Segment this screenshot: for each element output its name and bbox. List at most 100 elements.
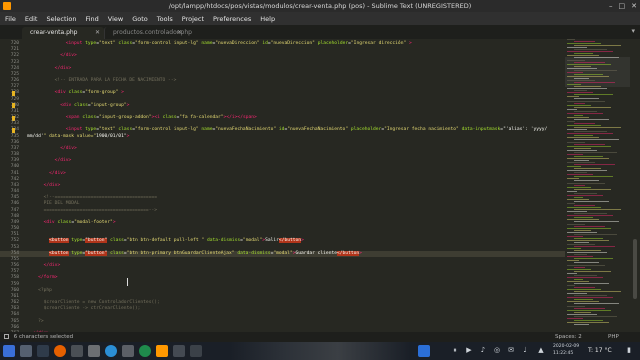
minimap-line — [574, 147, 591, 149]
app-icon[interactable] — [122, 345, 134, 357]
minimap-line — [574, 114, 583, 116]
minimap-line — [574, 77, 589, 79]
taskbar: ⏸ ▶ ♪ ◎ ✉ ♩ ▲ 2020-02-09 11:22:45 T: 17 … — [0, 342, 640, 360]
minimap-line — [574, 237, 603, 239]
minimap-line — [574, 110, 597, 112]
minimap-line — [567, 125, 601, 127]
tray-icon[interactable]: ▲ — [536, 345, 546, 355]
audio-icon[interactable]: ♪ — [478, 345, 488, 355]
minimap-line — [574, 270, 611, 272]
minimap-line — [567, 145, 611, 147]
minimap-line — [567, 276, 603, 278]
minimap[interactable] — [565, 39, 630, 332]
panel-toggle-icon[interactable] — [4, 334, 9, 339]
menu-help[interactable]: Help — [260, 15, 275, 23]
minimap-line — [574, 278, 583, 280]
close-window-icon[interactable]: ✕ — [631, 0, 637, 12]
pause-icon[interactable]: ⏸ — [450, 345, 460, 355]
minimap-line — [567, 174, 593, 176]
menu-tools[interactable]: Tools — [157, 15, 173, 23]
minimap-line — [574, 319, 603, 321]
minimap-line — [574, 57, 619, 59]
minimap-line — [567, 219, 599, 221]
sublime-taskbar-icon[interactable] — [156, 345, 168, 357]
window-icon[interactable] — [173, 345, 185, 357]
minimize-icon[interactable]: – — [609, 0, 613, 12]
minimap-line — [567, 166, 581, 168]
show-desktop-icon[interactable]: ▮ — [624, 345, 634, 355]
minimap-line — [567, 313, 597, 315]
minimap-line — [567, 133, 613, 135]
minimap-line — [567, 244, 595, 245]
volume-icon[interactable]: ♩ — [520, 345, 530, 355]
minimap-line — [567, 84, 581, 86]
tab-productos-controlador[interactable]: productos.controlador.php ✕ — [104, 27, 192, 39]
menu-selection[interactable]: Selection — [46, 15, 76, 23]
minimap-line — [574, 131, 607, 133]
active-window-icon[interactable] — [418, 345, 430, 357]
minimap-line — [574, 299, 593, 301]
tab-dropdown-icon[interactable]: ▾ — [631, 27, 635, 35]
telegram-icon[interactable] — [105, 345, 117, 357]
menu-bar: File Edit Selection Find View Goto Tools… — [0, 12, 640, 25]
menu-file[interactable]: File — [5, 15, 16, 23]
minimap-line — [567, 248, 581, 250]
minimap-line — [574, 217, 593, 219]
minimap-line — [567, 190, 577, 192]
minimap-line — [567, 116, 589, 118]
folder-icon[interactable] — [190, 345, 202, 357]
menu-edit[interactable]: Edit — [25, 15, 38, 23]
minimap-line — [567, 211, 587, 213]
clock-time[interactable]: 11:22:45 — [553, 351, 573, 356]
minimap-line — [574, 61, 605, 63]
code-editor[interactable]: 720 <input type="text" class="form-contr… — [0, 39, 565, 332]
minimap-line — [574, 118, 609, 120]
close-tab-icon[interactable]: ✕ — [177, 27, 182, 39]
minimap-line — [574, 127, 621, 129]
terminal-icon[interactable] — [37, 345, 49, 357]
minimap-line — [567, 231, 597, 233]
vertical-scrollbar[interactable] — [630, 39, 640, 332]
minimap-line — [567, 108, 577, 110]
firefox-icon[interactable] — [54, 345, 66, 357]
minimap-line — [574, 246, 615, 248]
scrollbar-thumb[interactable] — [633, 239, 637, 299]
menu-goto[interactable]: Goto — [132, 15, 148, 23]
syntax-setting[interactable]: PHP — [608, 332, 619, 342]
minimap-line — [574, 315, 617, 317]
chrome-icon[interactable] — [139, 345, 151, 357]
minimap-line — [574, 94, 613, 96]
clock-date[interactable]: 2020-02-09 — [553, 344, 579, 349]
status-left: 6 characters selected — [4, 332, 73, 342]
minimap-line — [574, 233, 617, 235]
minimap-line — [574, 221, 619, 223]
settings-icon[interactable] — [88, 345, 100, 357]
minimap-line — [567, 264, 605, 266]
menu-find[interactable]: Find — [85, 15, 98, 23]
maximize-icon[interactable]: □ — [619, 0, 626, 12]
minimap-line — [574, 135, 593, 137]
minimap-line — [574, 139, 619, 141]
minimap-line — [574, 307, 605, 309]
start-menu-icon[interactable] — [3, 345, 15, 357]
play-icon[interactable]: ▶ — [464, 345, 474, 355]
minimap-line — [574, 184, 585, 186]
menu-view[interactable]: View — [108, 15, 123, 23]
network-icon[interactable]: ◎ — [492, 345, 502, 355]
chat-icon[interactable]: ✉ — [506, 345, 516, 355]
minimap-line — [574, 254, 587, 256]
tab-crear-venta[interactable]: crear-venta.php ✕ — [22, 27, 104, 39]
file-manager-icon[interactable] — [20, 345, 32, 357]
files-icon[interactable] — [71, 345, 83, 357]
minimap-line — [567, 162, 595, 163]
menu-preferences[interactable]: Preferences — [213, 15, 251, 23]
close-tab-icon[interactable]: ✕ — [95, 27, 100, 39]
indentation-setting[interactable]: Spaces: 2 — [555, 332, 582, 342]
minimap-line — [574, 250, 601, 252]
minimap-line — [567, 317, 583, 319]
menu-project[interactable]: Project — [182, 15, 204, 23]
minimap-line — [567, 227, 611, 229]
modified-line-marker — [12, 103, 15, 109]
minimap-line — [574, 123, 595, 125]
minimap-line — [574, 164, 615, 166]
